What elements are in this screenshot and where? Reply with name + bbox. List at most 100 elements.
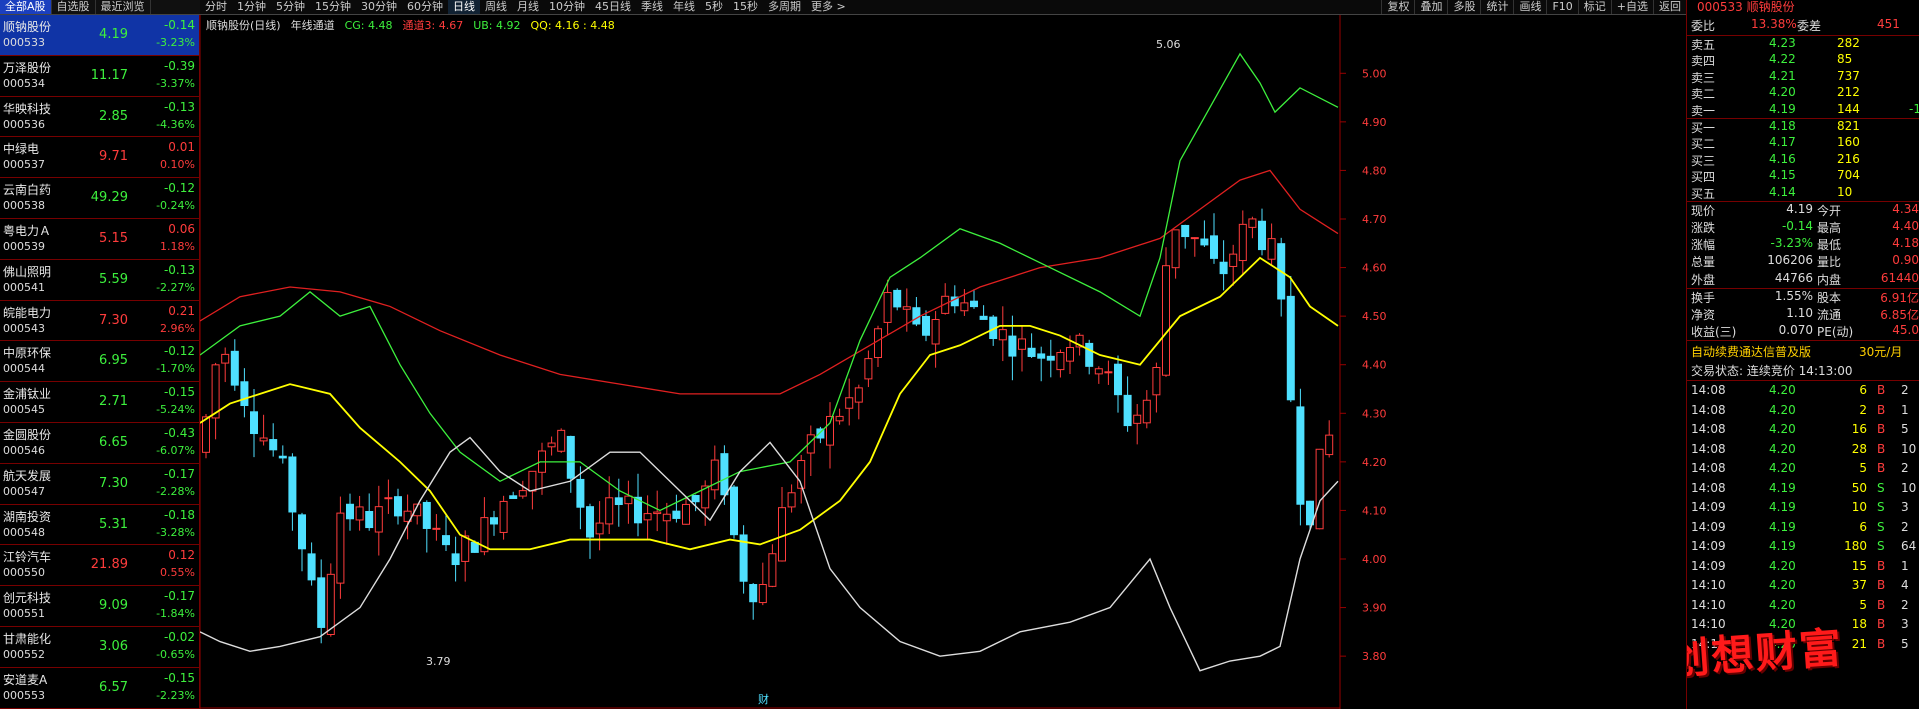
period-tab-12[interactable]: 年线 [668,0,700,14]
stock-row[interactable]: 万泽股份 000534 11.17 -0.39 -3.37% [0,56,199,97]
buys-level[interactable]: 买三 4.16 216 [1687,152,1919,168]
tick-price: 4.20 [1769,461,1796,476]
period-tab-4[interactable]: 30分钟 [356,0,402,14]
sells-level[interactable]: 卖二 4.20 212 [1687,85,1919,101]
stock-row[interactable]: 中原环保 000544 6.95 -0.12 -1.70% [0,341,199,383]
candle-body [979,315,988,320]
toolbar-button-1[interactable]: 叠加 [1414,0,1447,14]
stock-code: 000548 [3,525,45,539]
stat-row: 涨跌 -0.14 最高 4.40 [1687,219,1919,236]
stat-value: 4.19 [1786,201,1813,216]
tab-1[interactable]: 自选股 [52,0,96,14]
period-tab-14[interactable]: 15秒 [728,0,763,14]
stock-row[interactable]: 航天发展 000547 7.30 -0.17 -2.28% [0,464,199,505]
buys-level[interactable]: 买一 4.18 821 [1687,119,1919,135]
period-tab-2[interactable]: 5分钟 [271,0,310,14]
period-tab-9[interactable]: 10分钟 [544,0,590,14]
sells-level[interactable]: 卖五 4.23 282 [1687,36,1919,52]
toolbar-button-7[interactable]: +自选 [1610,0,1653,14]
level-volume: 737 [1837,68,1860,83]
period-tab-15[interactable]: 多周期 [763,0,806,14]
stat-row: 净资 1.10 流通 6.85亿 [1687,306,1919,323]
period-tab-3[interactable]: 15分钟 [310,0,356,14]
toolbar-button-0[interactable]: 复权 [1381,0,1414,14]
stock-row[interactable]: 皖能电力 000543 7.30 0.21 2.96% [0,301,199,342]
period-tab-0[interactable]: 分时 [200,0,232,14]
stock-row[interactable]: 顺钠股份 000533 4.19 -0.14 -3.23% [0,15,199,56]
tab-2[interactable]: 最近浏览 [96,0,151,14]
stock-row[interactable]: 华映科技 000536 2.85 -0.13 -4.36% [0,97,199,138]
quote-panel: 000533 顺钠股份 委比 13.38% 委差 451 卖五 4.23 282 卖四 4.22 8… [1686,0,1919,709]
period-tab-11[interactable]: 季线 [636,0,668,14]
high-label: 5.06 [1156,38,1181,51]
stat-value: -3.23% [1770,236,1813,251]
buys-level[interactable]: 买五 4.14 10 [1687,185,1919,201]
period-tab-13[interactable]: 5秒 [700,0,728,14]
tick-volume: 28 [1851,441,1867,456]
period-tab-10[interactable]: 45日线 [590,0,636,14]
stock-row[interactable]: 创元科技 000551 9.09 -0.17 -1.84% [0,586,199,627]
candle-body [230,350,239,386]
stock-change-pct: -1.84% [156,607,195,621]
level-label: 买一 [1691,120,1716,135]
candle-body [1094,368,1103,375]
stock-code: 000541 [3,280,45,294]
stock-row[interactable]: 云南白药 000538 49.29 -0.12 -0.24% [0,178,199,219]
tick-side: B [1877,578,1886,593]
sells-level[interactable]: 卖一 4.19 144 -1 [1687,102,1919,118]
tab-0[interactable]: 全部A股 [0,0,52,14]
candle-body [1152,367,1161,396]
stock-row[interactable]: 湖南投资 000548 5.31 -0.18 -3.28% [0,505,199,546]
stock-row[interactable]: 安道麦A 000553 6.57 -0.15 -2.23% [0,668,199,709]
period-tab-16[interactable]: 更多 > [806,0,851,14]
period-tab-5[interactable]: 60分钟 [402,0,448,14]
period-tab-7[interactable]: 周线 [480,0,512,14]
candle-body [298,514,306,550]
stock-change-pct: 1.18% [160,239,195,253]
toolbar-button-8[interactable]: 返回 [1653,0,1686,14]
stock-row[interactable]: 金圆股份 000546 6.65 -0.43 -6.07% [0,423,199,464]
stock-name: 金圆股份 [3,427,52,442]
kline-chart[interactable]: 5.00 4.90 4.80 4.70 4.60 4.50 4.40 4.30 4.20 4.10… [200,15,1650,709]
sells-level[interactable]: 卖三 4.21 737 [1687,69,1919,85]
toolbar-button-2[interactable]: 多股 [1447,0,1480,14]
buys-level[interactable]: 买二 4.17 160 [1687,135,1919,151]
stock-code: 000550 [3,566,45,580]
stock-name: 湖南投资 [3,509,52,524]
stock-code: 000546 [3,443,45,457]
level-label: 买二 [1691,137,1716,152]
y-tick-label: 3.80 [1362,650,1387,663]
buys-level[interactable]: 买四 4.15 704 [1687,168,1919,184]
toolbar-button-6[interactable]: 标记 [1577,0,1611,14]
ad-row[interactable]: 自动续费通达信普及版 30元/月 [1687,340,1919,360]
toolbar-button-4[interactable]: 画线 [1513,0,1546,14]
tick-side: B [1877,441,1886,456]
stock-row[interactable]: 江铃汽车 000550 21.89 0.12 0.55% [0,545,199,587]
candle-body [518,490,527,497]
candle-body [1248,218,1257,228]
period-tab-1[interactable]: 1分钟 [232,0,271,14]
period-tab-8[interactable]: 月线 [512,0,544,14]
stock-row[interactable]: 中绿电 000537 9.71 0.01 0.10% [0,137,199,179]
stat-value: 4.34 [1892,201,1919,216]
toolbar-button-5[interactable]: F10 [1546,0,1577,14]
stock-row[interactable]: 佛山照明 000541 5.59 -0.13 -2.27% [0,260,199,301]
stock-row[interactable]: 甘肃能化 000552 3.06 -0.02 -0.65% [0,627,199,668]
stock-row[interactable]: 金浦钛业 000545 2.71 -0.15 -5.24% [0,382,199,423]
toolbar-button-3[interactable]: 统计 [1480,0,1513,14]
period-tab-6[interactable]: 日线 [448,0,480,14]
stock-change: -0.17 [163,466,195,481]
candle-body [490,517,498,525]
stat-label: 外盘 [1691,272,1716,287]
tick-price: 4.20 [1769,597,1796,612]
candle-body [1190,237,1199,240]
finance-marker[interactable]: 财 [758,692,769,706]
sells-level[interactable]: 卖四 4.22 85 [1687,52,1919,68]
stat-row: 换手 1.55% 股本 6.91亿 [1687,289,1919,306]
stock-code: 000538 [3,199,45,213]
stock-price: 3.06 [99,638,128,654]
stock-row[interactable]: 粤电力Ａ 000539 5.15 0.06 1.18% [0,219,199,260]
candle-body [682,503,690,525]
stock-change: -0.02 [163,629,195,644]
stock-name: 万泽股份 [3,60,52,75]
